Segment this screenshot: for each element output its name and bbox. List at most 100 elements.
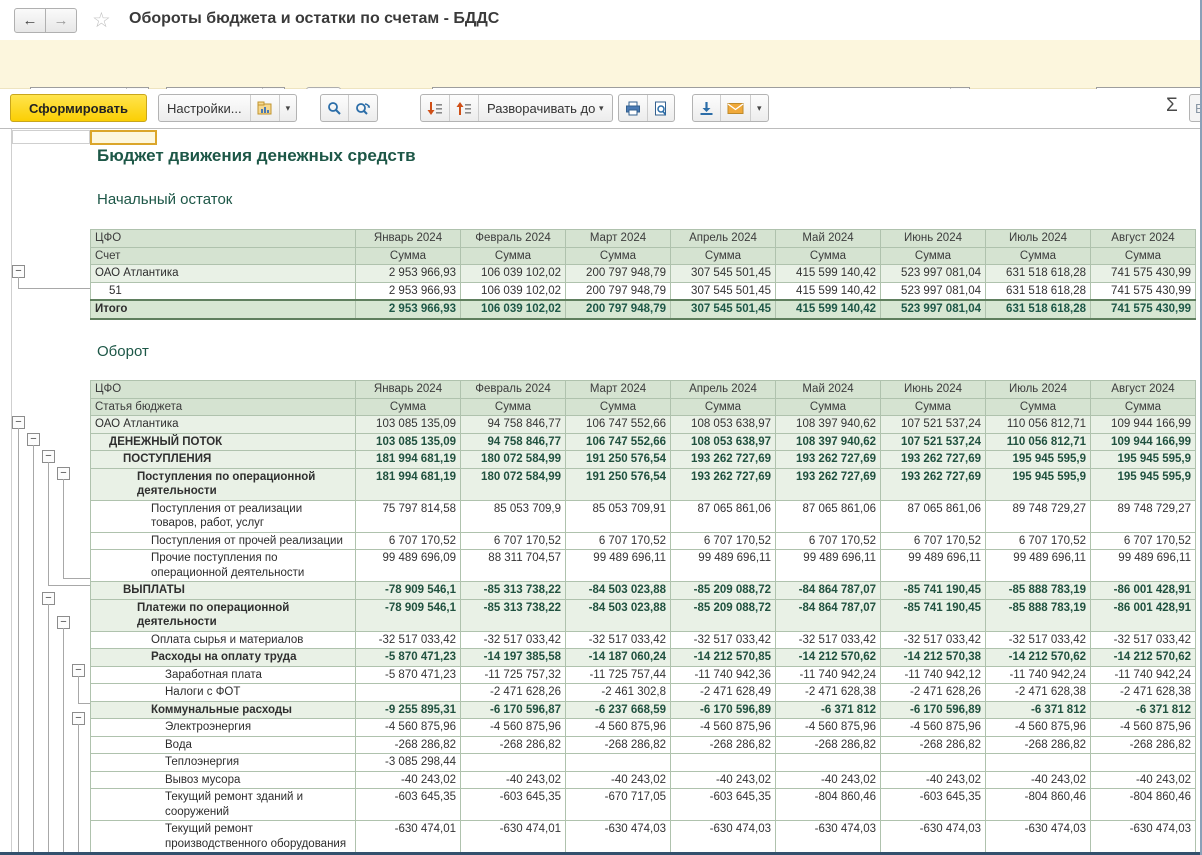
row-label-cell[interactable]: ВЫПЛАТЫ [91,582,356,600]
settings-dropdown-button[interactable]: ▾ [280,95,297,121]
value-cell[interactable]: -78 909 546,1 [356,599,461,631]
value-cell[interactable]: -630 474,01 [356,821,461,853]
search-button[interactable] [321,95,349,121]
value-cell[interactable]: -32 517 033,42 [671,631,776,649]
value-cell[interactable]: -84 864 787,07 [776,582,881,600]
value-cell[interactable]: 94 758 846,77 [461,416,566,434]
value-cell[interactable]: -9 255 895,31 [356,701,461,719]
value-cell[interactable]: 106 747 552,66 [566,416,671,434]
value-cell[interactable]: -40 243,02 [461,771,566,789]
value-cell[interactable]: 2 953 966,93 [356,265,461,283]
value-cell[interactable]: -2 471 628,26 [881,684,986,702]
value-cell[interactable]: 180 072 584,99 [461,468,566,500]
value-cell[interactable]: 193 262 727,69 [881,451,986,469]
save-button[interactable] [693,95,721,121]
value-cell[interactable]: 2 953 966,93 [356,282,461,300]
value-cell[interactable]: -86 001 428,91 [1091,582,1196,600]
sheet-top-cell[interactable] [12,130,90,144]
value-cell[interactable]: 631 518 618,28 [986,300,1091,319]
row-label-cell[interactable]: Поступления от прочей реализации [91,532,356,550]
value-cell[interactable]: -40 243,02 [566,771,671,789]
row-label-cell[interactable]: Коммунальные расходы [91,701,356,719]
value-cell[interactable]: 6 707 170,52 [1091,532,1196,550]
value-cell[interactable] [776,754,881,772]
value-cell[interactable]: 94 758 846,77 [461,433,566,451]
value-cell[interactable]: -268 286,82 [986,736,1091,754]
value-cell[interactable]: -2 471 628,26 [461,684,566,702]
sum-column-header[interactable]: Сумма [986,247,1091,265]
value-cell[interactable]: 195 945 595,9 [986,451,1091,469]
value-cell[interactable]: -4 560 875,96 [356,719,461,737]
value-cell[interactable]: 195 945 595,9 [1091,468,1196,500]
value-cell[interactable]: 106 747 552,66 [566,433,671,451]
value-cell[interactable]: -11 740 942,12 [881,666,986,684]
value-cell[interactable]: -14 212 570,38 [881,649,986,667]
value-cell[interactable]: 103 085 135,09 [356,416,461,434]
value-cell[interactable]: 193 262 727,69 [881,468,986,500]
value-cell[interactable]: 89 748 729,27 [1091,500,1196,532]
sum-column-header[interactable]: Сумма [881,398,986,416]
row-label-cell[interactable]: Текущий ремонт производственного оборудо… [91,821,356,853]
value-cell[interactable]: -11 740 942,24 [1091,666,1196,684]
row-label-cell[interactable]: Налоги с ФОТ [91,684,356,702]
dimension-header[interactable]: ЦФО [91,230,356,248]
value-cell[interactable]: -40 243,02 [881,771,986,789]
print-button[interactable] [619,95,648,121]
value-cell[interactable]: 88 311 704,57 [461,550,566,582]
value-cell[interactable]: -630 474,03 [1091,821,1196,853]
month-column-header[interactable]: Июль 2024 [986,230,1091,248]
expand-groups-button[interactable] [450,95,479,121]
value-cell[interactable]: 87 065 861,06 [776,500,881,532]
value-cell[interactable]: 99 489 696,09 [356,550,461,582]
row-label-cell[interactable]: Оплата сырья и материалов [91,631,356,649]
value-cell[interactable]: 106 039 102,02 [461,300,566,319]
value-cell[interactable]: 200 797 948,79 [566,265,671,283]
sum-column-header[interactable]: Сумма [881,247,986,265]
month-column-header[interactable]: Февраль 2024 [461,381,566,399]
sum-column-header[interactable]: Сумма [776,247,881,265]
value-cell[interactable]: 193 262 727,69 [776,468,881,500]
month-column-header[interactable]: Апрель 2024 [671,230,776,248]
value-cell[interactable]: -11 740 942,24 [776,666,881,684]
dimension-subheader[interactable]: Счет [91,247,356,265]
month-column-header[interactable]: Январь 2024 [356,381,461,399]
mail-dropdown-button[interactable]: ▾ [751,95,768,121]
value-cell[interactable]: -4 560 875,96 [1091,719,1196,737]
value-cell[interactable]: -85 209 088,72 [671,582,776,600]
forward-button[interactable]: → [45,8,77,33]
value-cell[interactable]: -14 197 385,58 [461,649,566,667]
value-cell[interactable]: -5 870 471,23 [356,666,461,684]
value-cell[interactable]: 181 994 681,19 [356,468,461,500]
value-cell[interactable]: 307 545 501,45 [671,282,776,300]
value-cell[interactable]: 99 489 696,11 [566,550,671,582]
value-cell[interactable]: -6 371 812 [1091,701,1196,719]
value-cell[interactable]: 180 072 584,99 [461,451,566,469]
value-cell[interactable]: 99 489 696,11 [671,550,776,582]
value-cell[interactable]: -40 243,02 [671,771,776,789]
value-cell[interactable]: -78 909 546,1 [356,582,461,600]
value-cell[interactable]: -40 243,02 [1091,771,1196,789]
value-cell[interactable]: -11 740 942,24 [986,666,1091,684]
month-column-header[interactable]: Апрель 2024 [671,381,776,399]
month-column-header[interactable]: Август 2024 [1091,230,1196,248]
value-cell[interactable]: -86 001 428,91 [1091,599,1196,631]
value-cell[interactable]: 191 250 576,54 [566,451,671,469]
row-label-cell[interactable]: ОАО Атлантика [91,265,356,283]
generate-button[interactable]: Сформировать [10,94,147,122]
value-cell[interactable]: 99 489 696,11 [881,550,986,582]
value-cell[interactable]: -6 170 596,89 [881,701,986,719]
value-cell[interactable]: -14 212 570,85 [671,649,776,667]
value-cell[interactable]: 99 489 696,11 [986,550,1091,582]
value-cell[interactable]: 89 748 729,27 [986,500,1091,532]
value-cell[interactable]: 523 997 081,04 [881,300,986,319]
row-label-cell[interactable]: ДЕНЕЖНЫЙ ПОТОК [91,433,356,451]
value-cell[interactable]: -6 371 812 [986,701,1091,719]
month-column-header[interactable]: Март 2024 [566,230,671,248]
value-cell[interactable]: -84 503 023,88 [566,582,671,600]
print-preview-button[interactable] [648,95,674,121]
value-cell[interactable]: -2 471 628,38 [776,684,881,702]
value-cell[interactable]: -268 286,82 [776,736,881,754]
value-cell[interactable]: 191 250 576,54 [566,468,671,500]
value-cell[interactable]: 6 707 170,52 [776,532,881,550]
value-cell[interactable]: 741 575 430,99 [1091,300,1196,319]
